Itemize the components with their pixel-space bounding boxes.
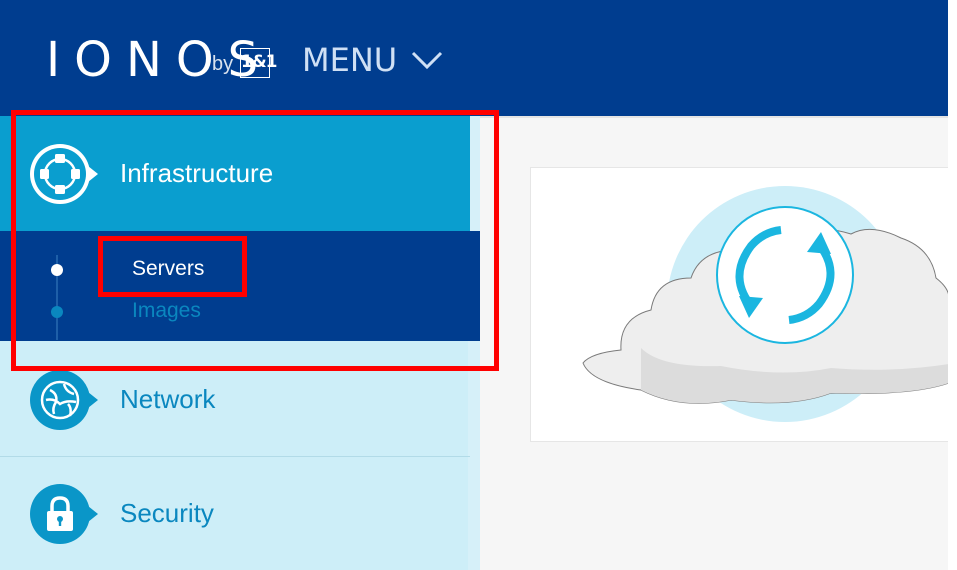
lock-icon xyxy=(30,483,98,544)
logo-by-text: by xyxy=(212,53,234,75)
sidebar-item-label: Security xyxy=(120,498,214,528)
menu-label: MENU xyxy=(302,41,398,79)
top-header: IONOS by 1&1 MENU xyxy=(0,0,948,116)
cloud-sync-icon xyxy=(582,186,950,422)
chevron-down-icon xyxy=(412,51,443,70)
infrastructure-subnav xyxy=(0,231,480,341)
sidebar-item-infrastructure[interactable]: Infrastructure xyxy=(0,116,470,231)
sidebar-item-security[interactable]: Security xyxy=(0,457,470,570)
ionos-logo[interactable]: IONOS xyxy=(46,32,272,88)
infrastructure-icon xyxy=(30,143,98,204)
illustration-card xyxy=(530,167,950,442)
content-divider xyxy=(480,116,948,118)
menu-button[interactable]: MENU xyxy=(302,38,443,82)
sidebar-item-label: Infrastructure xyxy=(120,158,274,188)
sidebar-item-label: Network xyxy=(120,384,216,414)
window-edge xyxy=(948,0,957,570)
globe-icon xyxy=(30,369,98,430)
subnav-dot xyxy=(51,306,63,318)
subnav-item-images[interactable]: Images xyxy=(132,299,201,323)
sidebar-item-network[interactable]: Network xyxy=(0,343,470,456)
logo-brand-badge: 1&1 xyxy=(240,48,277,78)
subnav-item-servers[interactable]: Servers xyxy=(132,257,204,281)
subnav-dot-active xyxy=(51,264,63,276)
